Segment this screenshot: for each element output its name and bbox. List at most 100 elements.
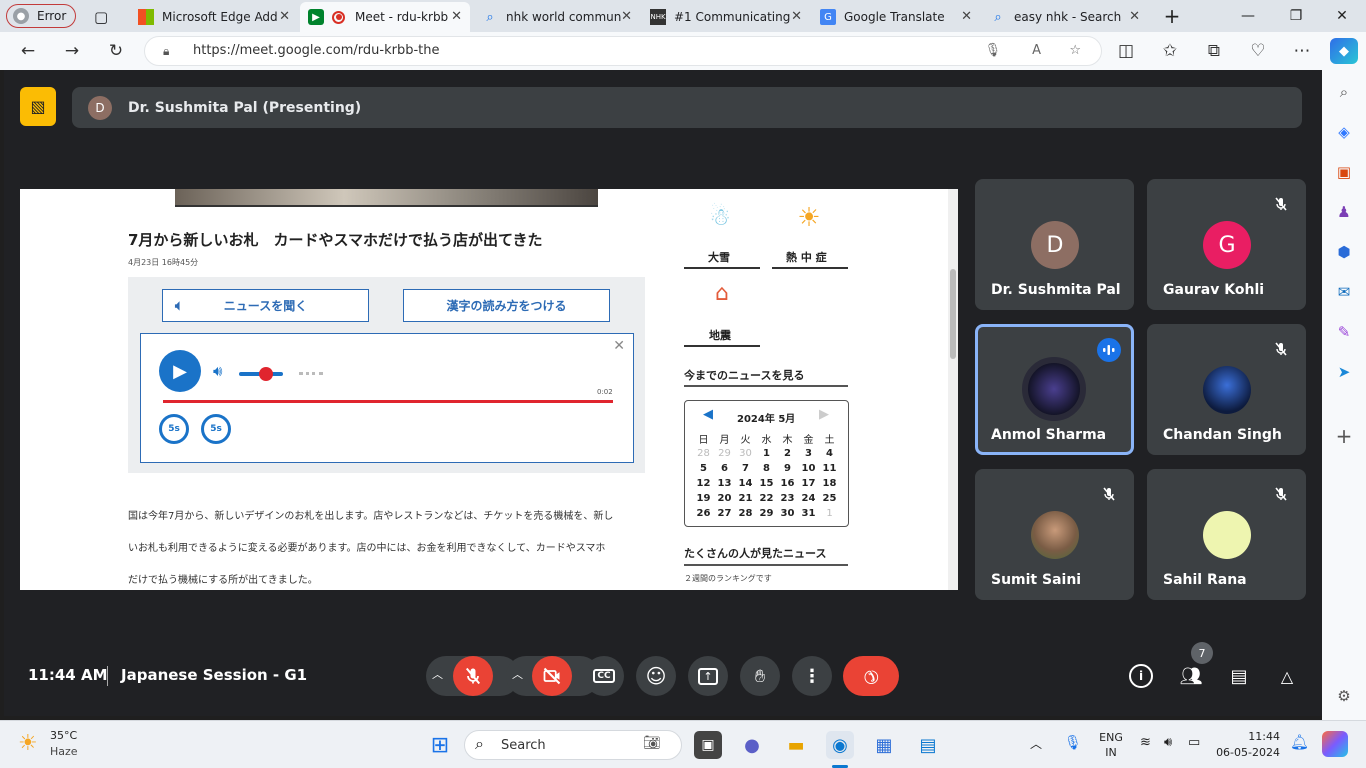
minimize-button[interactable]: — xyxy=(1228,4,1268,28)
calendar-day[interactable]: 6 xyxy=(714,461,735,476)
calendar-day[interactable]: 3 xyxy=(798,446,819,461)
calendar-day[interactable]: 29 xyxy=(756,506,777,521)
progress-bar[interactable] xyxy=(163,400,613,403)
forward-5s-button[interactable]: 5s xyxy=(201,414,231,444)
calendar-day[interactable]: 21 xyxy=(735,491,756,506)
new-tab-button[interactable]: + xyxy=(1152,4,1192,28)
notifications-button[interactable]: 🔔︎ xyxy=(1290,733,1309,751)
furigana-button[interactable]: 漢字の読み方をつける xyxy=(403,289,610,322)
address-input[interactable]: 🔒︎ https://meet.google.com/rdu-krbb-the … xyxy=(144,36,1102,66)
participant-tile[interactable]: G Gaurav Kohli xyxy=(1147,179,1306,310)
play-button[interactable]: ▶ xyxy=(159,350,201,392)
file-explorer-button[interactable]: ▬ xyxy=(782,731,810,759)
browser-essentials-button[interactable]: ♡ xyxy=(1244,38,1272,64)
copilot-taskbar-button[interactable] xyxy=(1322,731,1348,757)
task-view-button[interactable]: ▣ xyxy=(694,731,722,759)
calendar-day[interactable]: 5 xyxy=(693,461,714,476)
more-options-button[interactable]: ⋮ xyxy=(792,656,832,696)
split-screen-button[interactable]: ◫ xyxy=(1112,38,1140,64)
taskbar-search[interactable]: ⌕ Search 📷︎ xyxy=(464,730,682,760)
calendar-day[interactable]: 12 xyxy=(693,476,714,491)
raise-hand-button[interactable]: ✋︎ xyxy=(740,656,780,696)
captions-button[interactable]: CC xyxy=(584,656,624,696)
past-news-heading[interactable]: 今までのニュースを見る xyxy=(684,367,804,383)
participant-tile[interactable]: Sahil Rana xyxy=(1147,469,1306,600)
close-tab-icon[interactable]: ✕ xyxy=(451,9,462,24)
calendar-day[interactable]: 4 xyxy=(819,446,840,461)
sidebar-tools-icon[interactable]: ▣ xyxy=(1334,162,1354,182)
sidebar-microsoft365-icon[interactable]: ⬢ xyxy=(1334,242,1354,262)
teams-chat-button[interactable]: ● xyxy=(738,731,766,759)
participant-tile[interactable]: Chandan Singh xyxy=(1147,324,1306,455)
edge-taskbar-button[interactable]: ◉ xyxy=(826,731,854,759)
calendar-day[interactable]: 9 xyxy=(777,461,798,476)
tab-easy-nhk-search[interactable]: ⌕ easy nhk - Search ✕ xyxy=(982,2,1148,32)
close-window-button[interactable]: ✕ xyxy=(1322,4,1362,28)
volume-tray-icon[interactable]: 🔊︎ xyxy=(1164,735,1172,750)
present-screen-button[interactable]: ↑ xyxy=(688,656,728,696)
calendar-day[interactable]: 17 xyxy=(798,476,819,491)
chat-button[interactable]: ▤ xyxy=(1226,662,1252,690)
calendar-day[interactable]: 1 xyxy=(756,446,777,461)
people-button[interactable]: 👥︎ xyxy=(1176,662,1206,690)
mic-tray-icon[interactable]: 🎙︎ xyxy=(1064,735,1082,751)
calendar-day[interactable]: 13 xyxy=(714,476,735,491)
calendar-day[interactable]: 8 xyxy=(756,461,777,476)
calendar-day[interactable]: 11 xyxy=(819,461,840,476)
tab-actions-button[interactable]: ▢ xyxy=(86,2,114,32)
battery-icon[interactable]: ▭ xyxy=(1188,735,1200,750)
language-indicator[interactable]: ENG IN xyxy=(1096,730,1126,760)
calendar-day[interactable]: 20 xyxy=(714,491,735,506)
close-player-icon[interactable]: ✕ xyxy=(613,338,625,354)
calendar-day[interactable]: 30 xyxy=(777,506,798,521)
reactions-button[interactable]: ☺ xyxy=(636,656,676,696)
sidebar-designer-icon[interactable]: ✎ xyxy=(1334,322,1354,342)
calendar-day[interactable]: 10 xyxy=(798,461,819,476)
calendar-day[interactable]: 26 xyxy=(693,506,714,521)
mic-toggle-button[interactable] xyxy=(453,656,493,696)
forward-button[interactable]: → xyxy=(58,38,86,64)
tab-google-translate[interactable]: G Google Translate ✕ xyxy=(812,2,980,32)
calendar-day[interactable]: 25 xyxy=(819,491,840,506)
profile-error-button[interactable]: ● Error xyxy=(6,4,76,28)
tab-nhk-world-search[interactable]: ⌕ nhk world commun ✕ xyxy=(474,2,640,32)
calendar-day[interactable]: 2 xyxy=(777,446,798,461)
activities-button[interactable]: △ xyxy=(1274,662,1300,690)
clock[interactable]: 11:44 06-05-2024 xyxy=(1216,729,1280,761)
tab-edge-addons[interactable]: Microsoft Edge Add ✕ xyxy=(130,2,298,32)
wifi-icon[interactable]: ≋ xyxy=(1140,735,1151,750)
calendar-day[interactable]: 15 xyxy=(756,476,777,491)
next-month-icon[interactable]: ▶ xyxy=(819,407,829,422)
favorites-button[interactable]: ✩ xyxy=(1156,38,1184,64)
rewind-5s-button[interactable]: 5s xyxy=(159,414,189,444)
start-button[interactable]: ⊞ xyxy=(426,731,454,759)
participant-tile[interactable]: D Dr. Sushmita Pal xyxy=(975,179,1134,310)
calendar-day[interactable]: 24 xyxy=(798,491,819,506)
calendar-day[interactable]: 19 xyxy=(693,491,714,506)
meeting-details-button[interactable]: i xyxy=(1129,664,1153,688)
volume-slider[interactable] xyxy=(239,367,283,381)
sidebar-outlook-icon[interactable]: ✉ xyxy=(1334,282,1354,302)
sidebar-send-icon[interactable]: ➤ xyxy=(1334,362,1354,382)
sidebar-add-icon[interactable]: + xyxy=(1334,424,1354,448)
copilot-button[interactable]: ◆ xyxy=(1330,38,1358,64)
close-tab-icon[interactable]: ✕ xyxy=(791,9,802,24)
tab-nhk-communicating[interactable]: NHK #1 Communicating ✕ xyxy=(642,2,810,32)
calendar-day[interactable]: 18 xyxy=(819,476,840,491)
calendar-day[interactable]: 14 xyxy=(735,476,756,491)
participant-tile-active-speaker[interactable]: Anmol Sharma xyxy=(975,324,1134,455)
volume-knob[interactable] xyxy=(259,367,273,381)
video-options-button[interactable]: ︿ xyxy=(512,666,523,682)
calendar-day[interactable]: 31 xyxy=(798,506,819,521)
close-tab-icon[interactable]: ✕ xyxy=(1129,9,1140,24)
audio-options-button[interactable]: ︿ xyxy=(432,666,443,682)
calendar-day[interactable]: 27 xyxy=(714,506,735,521)
sidebar-search-icon[interactable]: ⌕ xyxy=(1334,82,1354,102)
leave-call-button[interactable]: ✆ xyxy=(843,656,899,696)
store-button[interactable]: ▦ xyxy=(870,731,898,759)
prev-month-icon[interactable]: ◀ xyxy=(703,407,713,422)
participant-tile[interactable]: Sumit Saini xyxy=(975,469,1134,600)
collections-button[interactable]: ⧉ xyxy=(1200,38,1228,64)
tab-meet[interactable]: ▶ Meet - rdu-krbb ✕ xyxy=(300,2,470,32)
notepad-button[interactable]: ▤ xyxy=(914,731,942,759)
